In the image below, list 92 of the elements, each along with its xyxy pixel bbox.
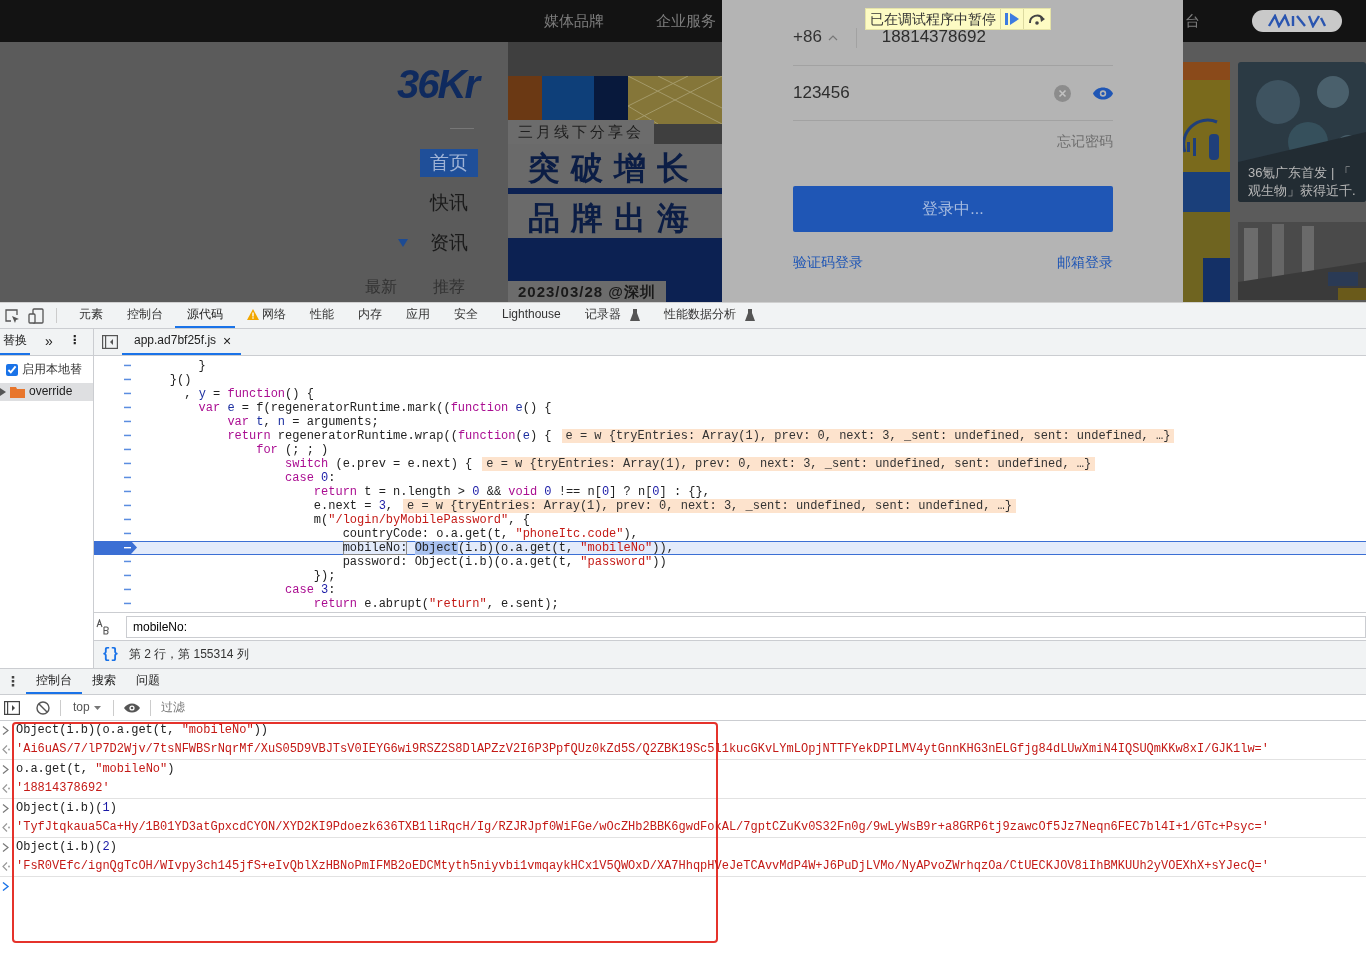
- cursor-position: 第 2 行，第 155314 列: [128, 646, 249, 663]
- code-line: return regeneratorRuntime.wrap((function(e) {: [226, 428, 552, 443]
- console-command-text: Object(i.b)(o.a.get(t, "mobileNo")): [16, 722, 269, 739]
- code-line: countryCode: o.a.get(t, "phoneItc.code"),: [341, 526, 638, 541]
- search-field[interactable]: mobileNo:: [126, 615, 1366, 638]
- sidebar-icon[interactable]: [4, 700, 20, 715]
- nav-item[interactable]: 首页: [420, 149, 478, 177]
- drawer-tab[interactable]: 问题: [126, 669, 170, 694]
- clear-console-icon[interactable]: [36, 700, 50, 715]
- eye-icon[interactable]: [123, 702, 140, 713]
- file-tab[interactable]: app.ad7bf25f.js ×: [122, 329, 242, 355]
- panel-tab[interactable]: 元素: [67, 303, 115, 328]
- chevron-icon: [2, 843, 10, 853]
- panel-tab[interactable]: 网络: [235, 303, 298, 328]
- step-over-icon: [1028, 13, 1046, 25]
- panel-tab[interactable]: 安全: [442, 303, 490, 328]
- nav-link[interactable]: 媒体品牌: [544, 11, 604, 31]
- match-case-icon[interactable]: [96, 618, 112, 635]
- more-tabs-button[interactable]: »: [42, 329, 56, 355]
- news-caption[interactable]: 观生物」获得近千.: [1248, 182, 1356, 200]
- password-field[interactable]: 123456: [793, 81, 1032, 105]
- console-command-text: Object(i.b)(1): [16, 800, 117, 817]
- expand-triangle-icon: [0, 387, 6, 396]
- code-line: var e = f(regeneratorRuntime.mark((function e() {: [197, 400, 552, 415]
- code-line: case 3:: [284, 582, 336, 597]
- panel-tab[interactable]: 内存: [346, 303, 394, 328]
- panel-tab[interactable]: Lighthouse: [490, 303, 573, 328]
- prompt-icon: [2, 882, 10, 892]
- nav-link[interactable]: 企业服务: [656, 11, 716, 31]
- panel-tab[interactable]: 记录器: [572, 303, 652, 328]
- result-arrow-icon: [2, 823, 10, 833]
- overrides-checkbox[interactable]: [6, 363, 18, 376]
- inline-value: e = w {tryEntries: Array(1), prev: 0, next: 3, _sent: undefined, sent: undefined, …}: [561, 428, 1175, 443]
- code-line: });: [312, 568, 336, 583]
- code-line: return e.abrupt("return", e.sent);: [312, 596, 559, 611]
- checkbox-label: 启用本地替: [22, 362, 82, 378]
- code-line: switch (e.prev = e.next) {: [284, 456, 473, 471]
- panel-tab[interactable]: 控制台: [115, 303, 175, 328]
- inspect-icon[interactable]: [4, 307, 20, 324]
- banner-headline: 突破增长: [508, 143, 722, 194]
- panel-tab[interactable]: 应用: [394, 303, 442, 328]
- resume-icon: [1005, 13, 1019, 25]
- code-line: m("/login/byMobilePassword", {: [312, 512, 530, 527]
- paused-label: 已在调试程序中暂停: [869, 10, 997, 29]
- caret-icon: [93, 705, 101, 710]
- console-command-text: Object(i.b)(2): [16, 839, 117, 856]
- folder-row[interactable]: override: [0, 382, 93, 401]
- banner-tagline: 三月线下分享会: [508, 120, 654, 144]
- menu-button[interactable]: ⋮: [65, 329, 84, 355]
- result-arrow-icon: [2, 784, 10, 794]
- code-line: }: [197, 358, 206, 373]
- sidebar-toggle-icon[interactable]: [102, 334, 118, 349]
- code-line: e.next = 3,: [312, 498, 394, 513]
- phone-field[interactable]: 18814378692: [881, 26, 1113, 49]
- logo-icon: [1267, 14, 1327, 28]
- chevron-icon: [2, 726, 10, 736]
- logo-badge[interactable]: [1252, 10, 1342, 32]
- menu-button[interactable]: ⋮: [0, 669, 26, 694]
- code-line: , y = function() {: [183, 386, 314, 401]
- panel-tab[interactable]: 性能数据分析: [651, 303, 767, 328]
- panel-tab[interactable]: 性能: [298, 303, 346, 328]
- nav-link[interactable]: 台: [1185, 11, 1200, 31]
- banner-date: 2023/03/28 @深圳: [508, 280, 666, 302]
- eye-icon[interactable]: [1093, 86, 1113, 100]
- chevron-icon: [2, 804, 10, 814]
- close-icon[interactable]: ×: [223, 331, 232, 351]
- caret-icon: [827, 34, 838, 41]
- news-caption[interactable]: 36氪广东首发 | 「: [1248, 164, 1356, 182]
- chevron-icon: [2, 765, 10, 775]
- drawer-tab[interactable]: 搜索: [82, 669, 126, 694]
- code-line: mobileNo: Object(i.b)(o.a.get(t, "mobileNo")),: [341, 540, 674, 555]
- code-line: return t = n.length > 0 && void 0 !== n[0] ? n[0] : {},: [312, 484, 710, 499]
- console-command-text: o.a.get(t, "mobileNo"): [16, 761, 175, 778]
- folder-icon: [10, 385, 25, 398]
- result-arrow-icon: [2, 745, 10, 755]
- device-icon[interactable]: [28, 307, 44, 324]
- drawer-tab[interactable]: 控制台: [26, 669, 82, 694]
- country-code-selector[interactable]: +86: [793, 26, 838, 49]
- login-button[interactable]: 登录中...: [793, 186, 1113, 233]
- inline-value: e = w {tryEntries: Array(1), prev: 0, next: 3, _sent: undefined, sent: undefined, …}: [482, 456, 1096, 471]
- code-line: password: Object(i.b)(o.a.get(t, "password")): [341, 554, 667, 569]
- code-line: var t, n = arguments;: [226, 414, 379, 429]
- console-result-text: '18814378692': [16, 780, 110, 797]
- code-line: case 0:: [284, 470, 336, 485]
- result-arrow-icon: [2, 862, 10, 872]
- pretty-print-button[interactable]: {}: [102, 645, 119, 664]
- code-line: for (; ; ): [255, 442, 329, 457]
- banner-headline: 品牌出海: [508, 193, 722, 244]
- inline-value: e = w {tryEntries: Array(1), prev: 0, next: 3, _sent: undefined, sent: undefined, …}: [403, 498, 1016, 513]
- context-selector[interactable]: top: [67, 699, 107, 716]
- sidebar-tab[interactable]: 替换: [0, 329, 30, 355]
- code-line: }(): [168, 372, 192, 387]
